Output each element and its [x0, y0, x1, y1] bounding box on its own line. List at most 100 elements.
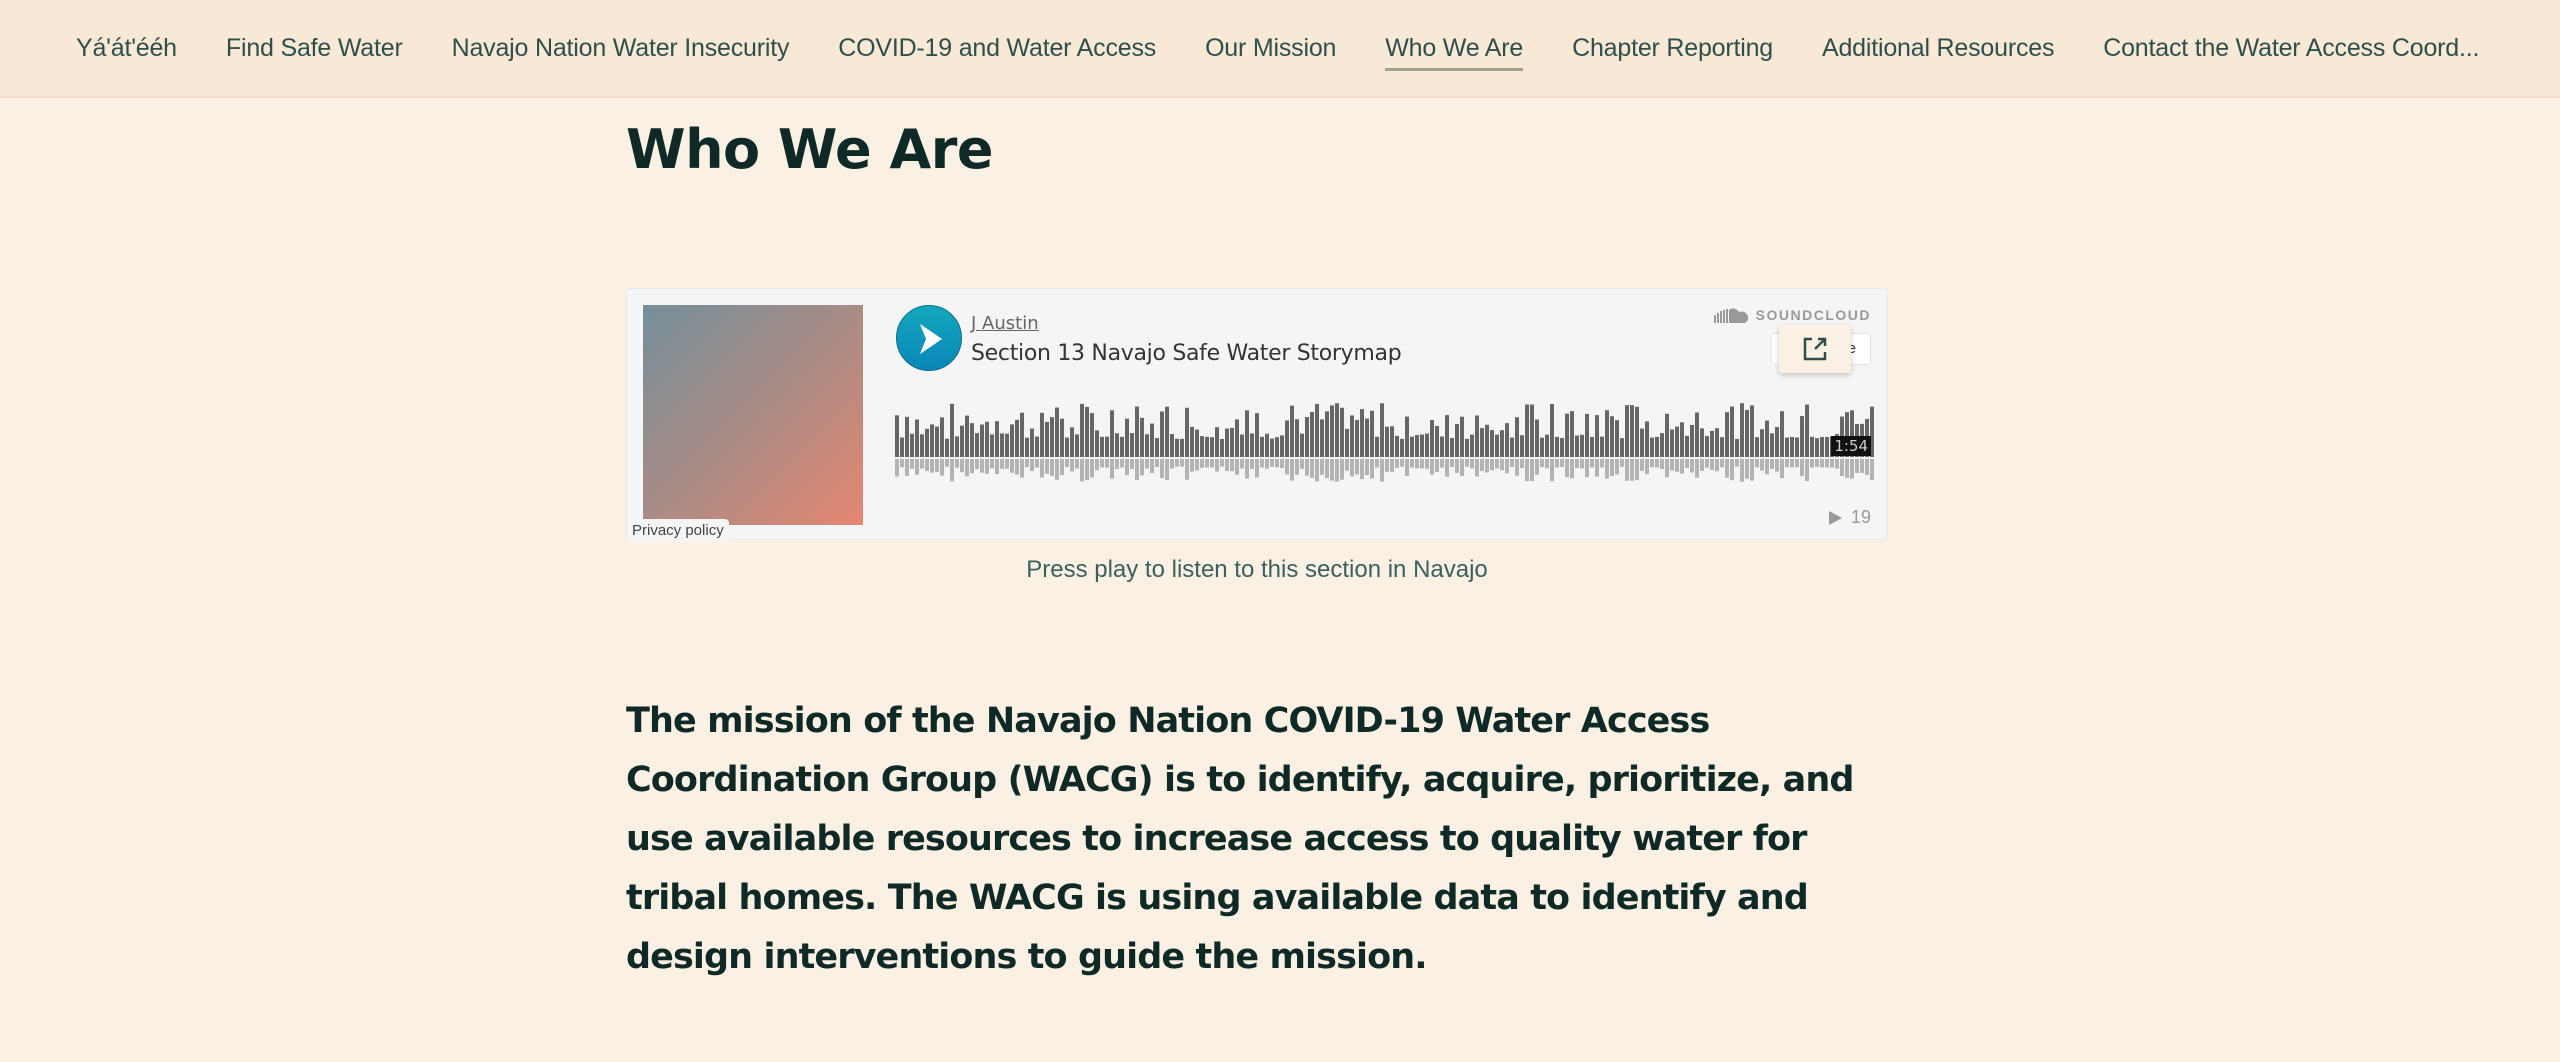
play-icon	[920, 324, 942, 354]
nav-item-our-mission[interactable]: Our Mission	[1205, 34, 1336, 63]
waveform-bar	[1170, 434, 1174, 457]
play-button[interactable]	[896, 305, 962, 371]
waveform-bar	[1780, 411, 1784, 457]
waveform-reflection-bar	[1685, 459, 1689, 468]
waveform-reflection-bar	[975, 459, 979, 470]
waveform-reflection-bar	[1470, 459, 1474, 469]
waveform-bar	[1520, 435, 1524, 457]
waveform-reflection-bar	[1360, 459, 1364, 480]
waveform-reflection-bar	[1515, 459, 1519, 476]
waveform-bar	[1530, 404, 1534, 457]
waveform-bar	[1345, 428, 1349, 457]
track-artwork[interactable]	[643, 305, 863, 525]
nav-item-chapter-reporting[interactable]: Chapter Reporting	[1572, 34, 1773, 63]
waveform-bar	[965, 415, 969, 457]
waveform-reflection-bar	[1600, 459, 1604, 468]
waveform-bar	[1330, 405, 1334, 457]
waveform-bar	[1155, 438, 1159, 457]
waveform-bar	[1690, 424, 1694, 457]
waveform-reflection-bar	[1840, 459, 1844, 476]
artist-link[interactable]: J Austin	[971, 313, 1039, 334]
waveform-bar	[1360, 409, 1364, 457]
waveform-reflection-bar	[1510, 459, 1514, 468]
waveform-reflection-bar	[1860, 459, 1864, 473]
waveform-bar	[1480, 428, 1484, 457]
waveform-reflection-bar	[1230, 459, 1234, 472]
waveform-reflection-bar	[960, 459, 964, 473]
soundcloud-logo[interactable]: SOUNDCLOUD	[1713, 307, 1871, 323]
waveform-reflection-bar	[1140, 459, 1144, 476]
waveform-reflection-bar	[1095, 459, 1099, 471]
waveform-bar	[1460, 416, 1464, 457]
waveform-reflection-bar	[1560, 459, 1564, 467]
waveform-reflection-bar	[970, 459, 974, 474]
waveform-bar	[1715, 428, 1719, 457]
waveform-reflection-bar	[1735, 459, 1739, 467]
waveform-reflection-bar	[1195, 459, 1199, 471]
waveform-reflection-bar	[1765, 459, 1769, 475]
waveform-reflection-bar	[935, 459, 939, 472]
waveform-reflection-bar	[1435, 459, 1439, 473]
waveform-bar	[1515, 417, 1519, 457]
waveform-bar	[1680, 422, 1684, 457]
waveform-reflection-bar	[1190, 459, 1194, 472]
waveform-bar	[1265, 433, 1269, 457]
track-duration: 1:54	[1831, 436, 1871, 456]
waveform-bar	[1025, 437, 1029, 457]
page-title: Who We Are	[626, 118, 994, 181]
waveform-bar	[1695, 412, 1699, 457]
waveform-reflection-bar	[1625, 459, 1629, 481]
nav-item-who-we-are[interactable]: Who We Are	[1385, 34, 1523, 71]
waveform-bar	[1370, 410, 1374, 457]
waveform-reflection-bar	[1200, 459, 1204, 468]
waveform-bar	[1665, 413, 1669, 457]
waveform-reflection-bar	[1120, 459, 1124, 468]
waveform-bar	[960, 425, 964, 457]
nav-item-additional-resources[interactable]: Additional Resources	[1822, 34, 2054, 63]
waveform-reflection-bar	[1845, 459, 1849, 478]
waveform-bar	[1705, 436, 1709, 457]
privacy-policy-link[interactable]: Privacy policy	[627, 519, 729, 542]
waveform-reflection-bar	[1290, 459, 1294, 481]
waveform-reflection-bar	[1030, 459, 1034, 471]
waveform-bar	[940, 417, 944, 457]
waveform-bar	[970, 423, 974, 457]
waveform-reflection-bar	[1165, 459, 1169, 481]
waveform-bar	[1405, 416, 1409, 457]
waveform-reflection-bar	[1480, 459, 1484, 472]
nav-item-find-safe-water[interactable]: Find Safe Water	[226, 34, 403, 63]
waveform-bar	[1010, 424, 1014, 457]
waveform-bar	[1320, 419, 1324, 457]
waveform-bar	[1440, 436, 1444, 457]
waveform-reflection-bar	[1675, 459, 1679, 472]
waveform-bar	[1425, 433, 1429, 457]
waveform-bar	[1190, 426, 1194, 457]
nav-item-covid-water-access[interactable]: COVID-19 and Water Access	[838, 34, 1156, 63]
waveform-bar	[1590, 436, 1594, 457]
waveform-bar	[1710, 430, 1714, 457]
waveform-reflection-bar	[1535, 459, 1539, 475]
track-title[interactable]: Section 13 Navajo Safe Water Storymap	[971, 341, 1402, 366]
mission-statement: The mission of the Navajo Nation COVID-1…	[626, 701, 1854, 977]
popout-button[interactable]	[1779, 325, 1851, 373]
nav-item-water-insecurity[interactable]: Navajo Nation Water Insecurity	[452, 34, 790, 63]
waveform-reflection-bar	[1550, 459, 1554, 482]
waveform-bar	[1260, 436, 1264, 457]
waveform-reflection-bar	[1425, 459, 1429, 469]
waveform-reflection-bar	[1770, 459, 1774, 469]
waveform-bar	[1380, 403, 1384, 457]
waveform-reflection-bar	[1265, 459, 1269, 469]
waveform-bar	[1230, 427, 1234, 457]
waveform-bar	[1720, 437, 1724, 457]
waveform-bar	[1160, 411, 1164, 457]
waveform-scrubber[interactable]	[895, 401, 1875, 485]
waveform-bar	[1275, 437, 1279, 457]
waveform-bar	[1595, 415, 1599, 457]
nav-item-contact[interactable]: Contact the Water Access Coord...	[2103, 34, 2479, 63]
waveform-reflection-bar	[1620, 459, 1624, 467]
nav-item-yaateeh[interactable]: Yá'át'ééh	[76, 34, 177, 63]
waveform-bar	[1235, 419, 1239, 457]
waveform-reflection-bar	[1400, 459, 1404, 467]
waveform-reflection-bar	[1225, 459, 1229, 471]
waveform-reflection-bar	[1495, 459, 1499, 469]
